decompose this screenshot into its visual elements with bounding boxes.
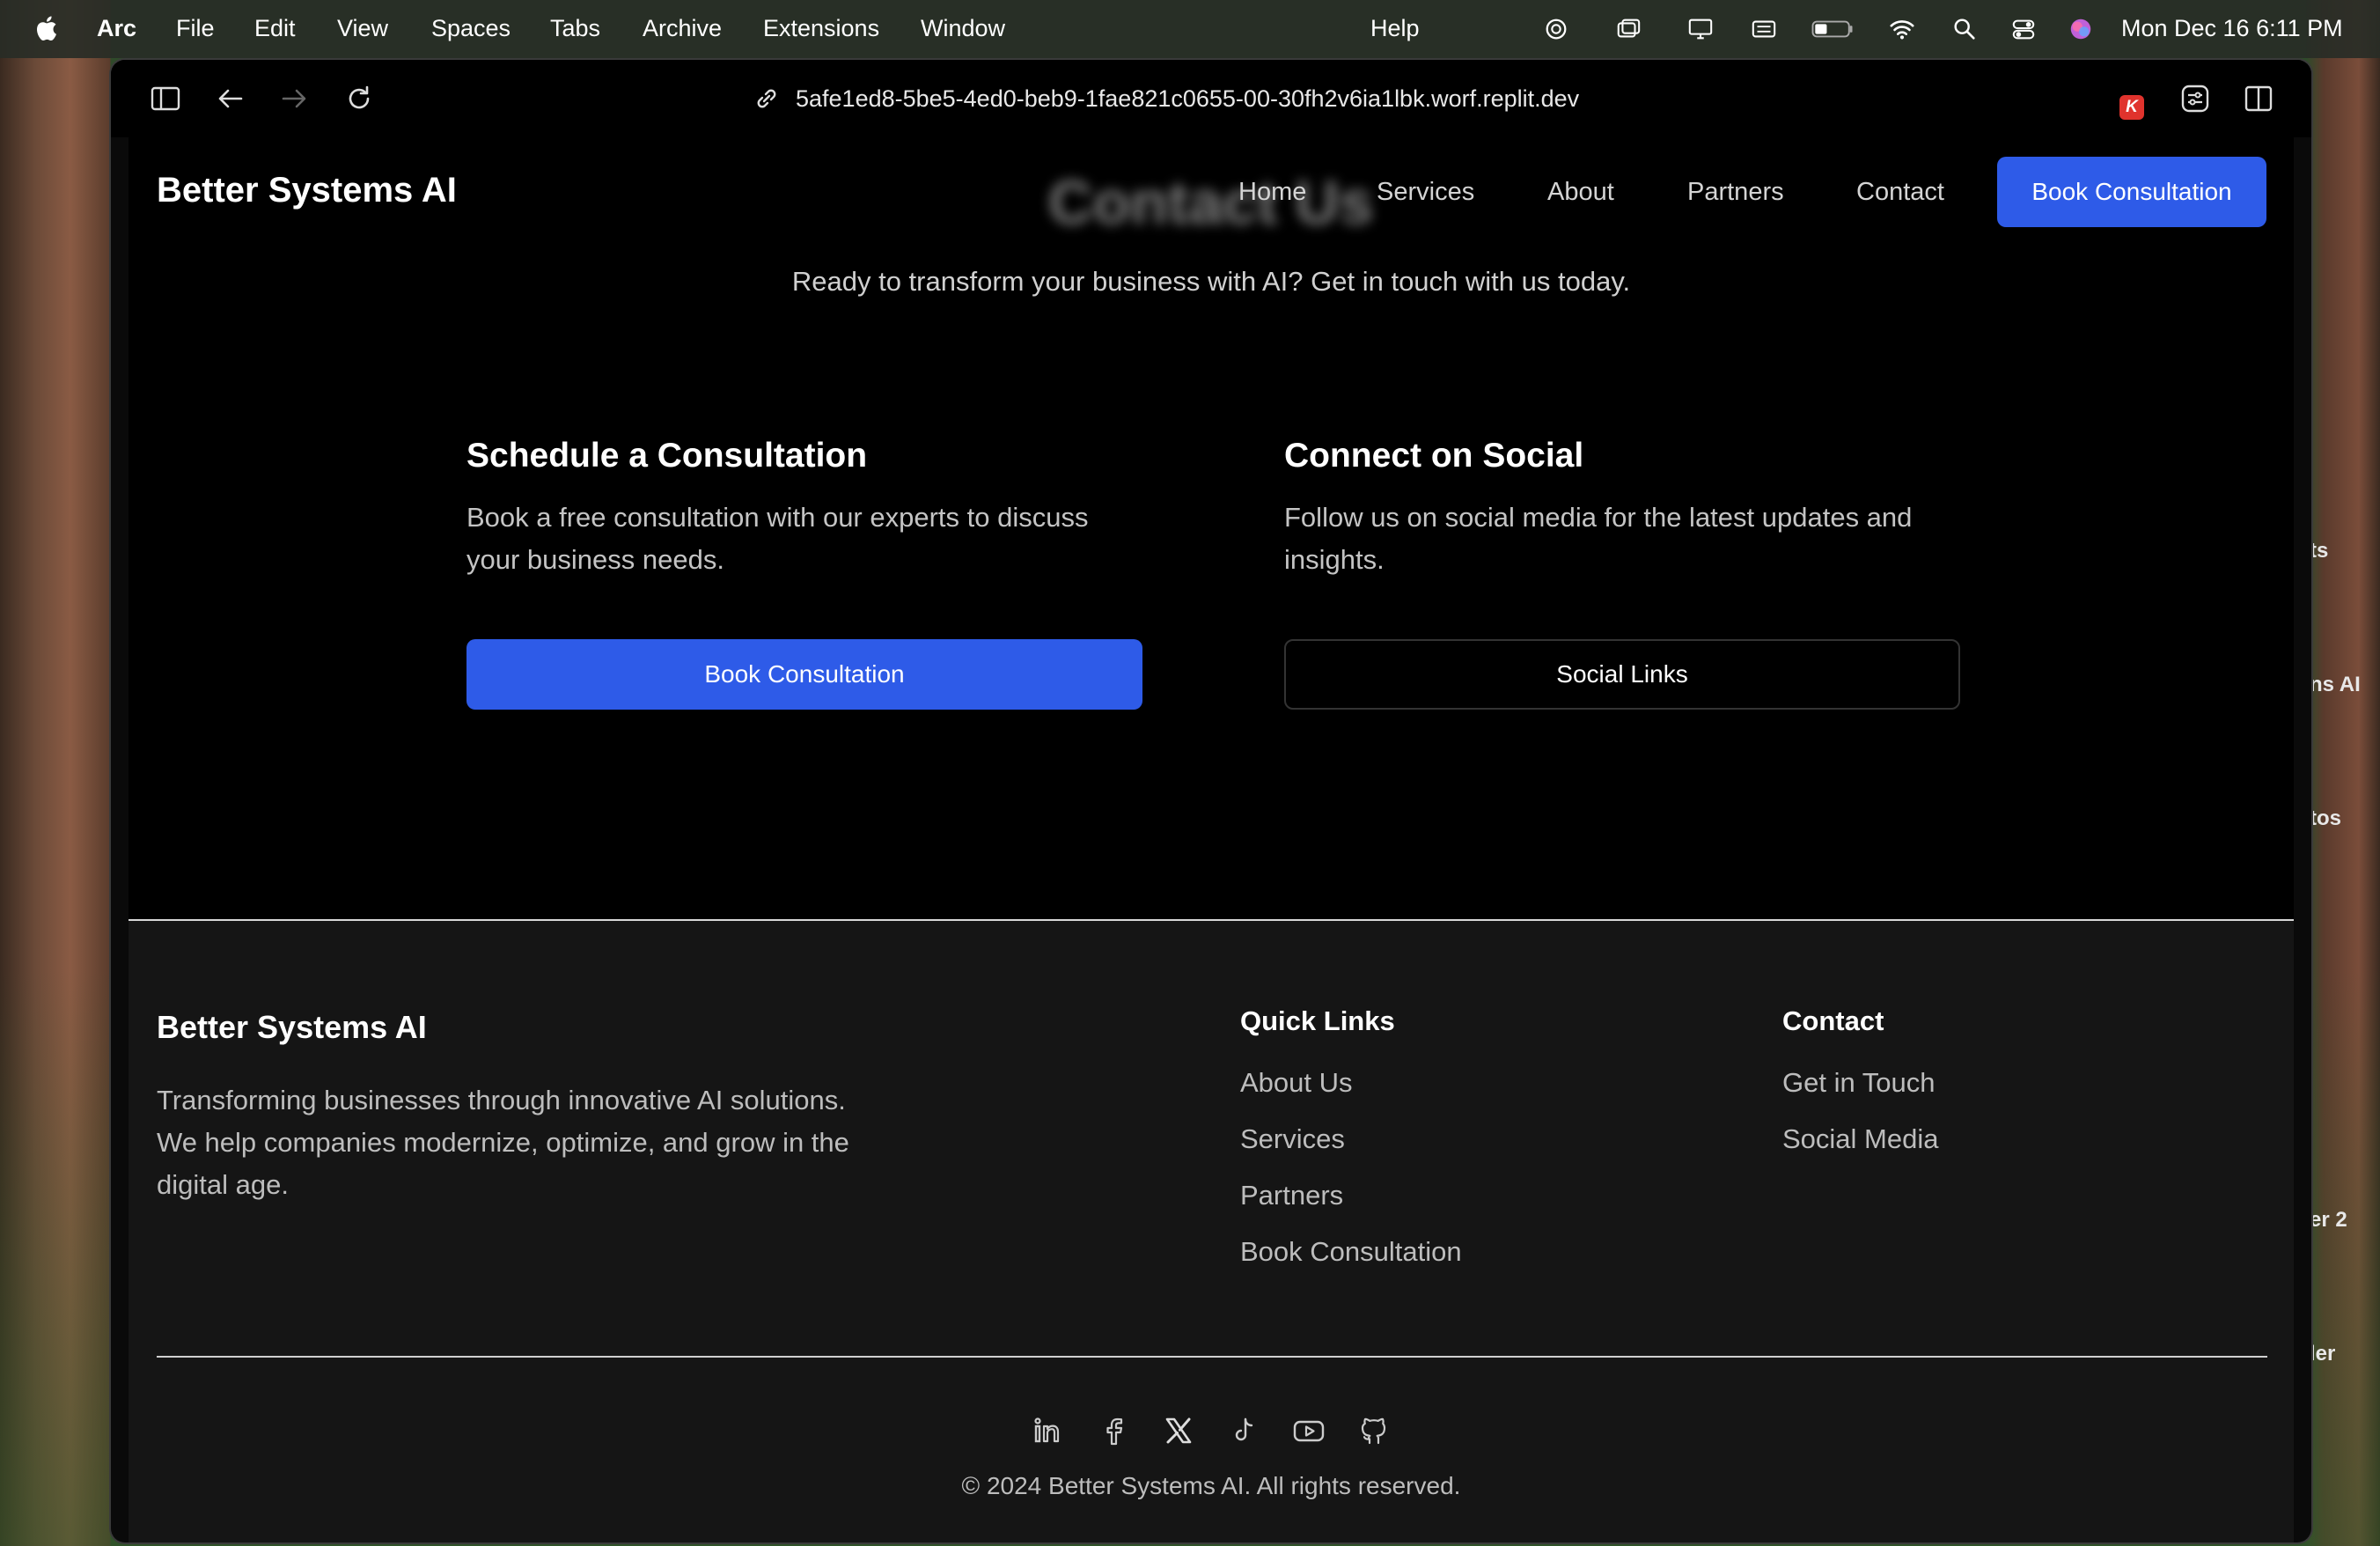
- siri-icon[interactable]: [2067, 16, 2095, 42]
- chatgpt-icon[interactable]: [1542, 16, 1570, 42]
- display-icon[interactable]: [1686, 16, 1715, 42]
- menu-window[interactable]: Window: [921, 15, 1005, 42]
- background-window-text: er 2: [2310, 1208, 2347, 1232]
- menu-bar: Arc File Edit View Spaces Tabs Archive E…: [0, 0, 2380, 58]
- footer-contact: Contact Get in Touch Social Media: [1782, 1005, 1938, 1180]
- footer-link-services[interactable]: Services: [1240, 1123, 1462, 1180]
- site-settings-icon[interactable]: [2179, 83, 2211, 114]
- menu-spaces[interactable]: Spaces: [431, 15, 511, 42]
- social-icons: [129, 1414, 2294, 1447]
- contact-heading: Contact: [1782, 1005, 1884, 1036]
- menu-app-name[interactable]: Arc: [97, 15, 136, 42]
- page-subtitle: Ready to transform your business with AI…: [791, 266, 1631, 297]
- youtube-icon[interactable]: [1292, 1414, 1326, 1447]
- keyboard-icon[interactable]: [1750, 16, 1778, 42]
- schedule-heading: Schedule a Consultation: [466, 437, 868, 475]
- search-icon[interactable]: [1950, 16, 1979, 42]
- address-bar[interactable]: 5afe1ed8-5be5-4ed0-beb9-1fae821c0655-00-…: [753, 81, 1579, 116]
- social-heading: Connect on Social: [1284, 437, 1584, 475]
- nav-partners[interactable]: Partners: [1687, 178, 1784, 207]
- background-window-text: tos: [2310, 806, 2341, 830]
- sidebar-toggle-icon[interactable]: [150, 83, 181, 114]
- tiktok-icon[interactable]: [1227, 1414, 1260, 1447]
- linkedin-icon[interactable]: [1032, 1414, 1065, 1447]
- back-arrow-icon[interactable]: [215, 83, 246, 114]
- schedule-section: Schedule a Consultation Book a free cons…: [466, 437, 1142, 710]
- link-icon: [757, 89, 776, 108]
- split-view-icon[interactable]: [2243, 83, 2274, 114]
- github-icon[interactable]: [1357, 1414, 1391, 1447]
- menu-view[interactable]: View: [337, 15, 388, 42]
- facebook-icon[interactable]: [1097, 1414, 1130, 1447]
- control-center-icon[interactable]: [2009, 16, 2038, 42]
- book-consultation-button[interactable]: Book Consultation: [466, 639, 1142, 710]
- social-section: Connect on Social Follow us on social me…: [1284, 437, 1960, 710]
- quick-links-heading: Quick Links: [1240, 1005, 1395, 1036]
- footer-brand: Better Systems AI: [157, 1009, 427, 1045]
- menu-tabs[interactable]: Tabs: [550, 15, 600, 42]
- battery-icon[interactable]: [1810, 16, 1855, 42]
- browser-toolbar: 5afe1ed8-5be5-4ed0-beb9-1fae821c0655-00-…: [111, 60, 2311, 137]
- reload-icon[interactable]: [343, 83, 375, 114]
- windows-icon[interactable]: [1614, 16, 1642, 42]
- menu-edit[interactable]: Edit: [254, 15, 296, 42]
- quick-links: Quick Links About Us Services Partners B…: [1240, 1005, 1462, 1292]
- url-text[interactable]: 5afe1ed8-5be5-4ed0-beb9-1fae821c0655-00-…: [796, 85, 1579, 113]
- footer-divider: [157, 1356, 2267, 1358]
- web-page: Better Systems AI Contact Us Home Servic…: [129, 137, 2294, 1542]
- nav-services[interactable]: Services: [1377, 178, 1474, 207]
- menu-help[interactable]: Help: [1370, 15, 1420, 42]
- background-window-text: ns AI: [2310, 673, 2361, 696]
- footer-link-about[interactable]: About Us: [1240, 1067, 1462, 1123]
- site-logo[interactable]: Better Systems AI: [157, 171, 457, 210]
- nav-home[interactable]: Home: [1238, 178, 1306, 207]
- book-consultation-nav-button[interactable]: Book Consultation: [1997, 157, 2266, 227]
- wifi-icon[interactable]: [1888, 16, 1916, 42]
- footer-link-social-media[interactable]: Social Media: [1782, 1123, 1938, 1180]
- footer-description: Transforming businesses through innovati…: [157, 1085, 849, 1200]
- extension-k-icon[interactable]: K: [2119, 95, 2144, 120]
- footer-link-book-consultation[interactable]: Book Consultation: [1240, 1236, 1462, 1292]
- nav-about[interactable]: About: [1547, 178, 1614, 207]
- footer-link-partners[interactable]: Partners: [1240, 1180, 1462, 1236]
- forward-arrow-icon[interactable]: [278, 83, 310, 114]
- footer-link-get-in-touch[interactable]: Get in Touch: [1782, 1067, 1938, 1123]
- menu-archive[interactable]: Archive: [643, 15, 722, 42]
- social-links-button[interactable]: Social Links: [1284, 639, 1960, 710]
- copyright-text: © 2024 Better Systems AI. All rights res…: [961, 1472, 1461, 1499]
- site-footer: Better Systems AI Transforming businesse…: [129, 919, 2294, 1542]
- menu-clock[interactable]: Mon Dec 16 6:11 PM: [2121, 15, 2343, 42]
- schedule-text: Book a free consultation with our expert…: [466, 502, 1089, 575]
- social-text: Follow us on social media for the latest…: [1284, 502, 1913, 575]
- background-window-text: ts: [2310, 539, 2329, 563]
- menu-extensions[interactable]: Extensions: [763, 15, 879, 42]
- menu-file[interactable]: File: [176, 15, 215, 42]
- background-window-text: ler: [2310, 1342, 2336, 1366]
- apple-icon[interactable]: [35, 12, 62, 44]
- site-header: Better Systems AI Contact Us Home Servic…: [129, 137, 2294, 252]
- x-icon[interactable]: [1162, 1414, 1195, 1447]
- page-title-blurred: Contact Us: [1048, 168, 1374, 237]
- browser-window: 5afe1ed8-5be5-4ed0-beb9-1fae821c0655-00-…: [111, 60, 2311, 1542]
- nav-contact[interactable]: Contact: [1856, 178, 1944, 207]
